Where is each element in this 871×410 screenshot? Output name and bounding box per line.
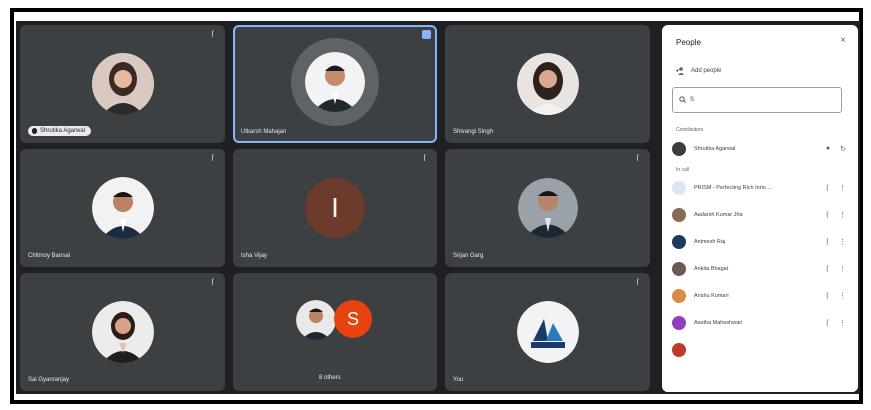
participant-tile[interactable]: ⌈ Srijan Garg xyxy=(445,149,650,267)
participant-tile[interactable]: ⌈ I Isha Vijay xyxy=(233,149,437,267)
participant-name: Sai Gyanranjay xyxy=(28,377,70,383)
participant-name: Utkarsh Mahajan xyxy=(241,129,287,135)
row-actions: ⌈ ⋮ xyxy=(826,265,852,273)
mic-icon[interactable]: ● xyxy=(826,145,830,153)
mic-off-icon: ⌈ xyxy=(423,155,427,162)
participant-name: Aastha Maheshwari xyxy=(694,320,743,326)
participant-row[interactable]: Aastha Maheshwari ⌈ ⋮ xyxy=(672,312,852,334)
panel-fade xyxy=(662,378,858,392)
section-contributors: Contributors xyxy=(676,127,704,133)
participant-row[interactable]: Shrutika Agarwal ● ↻ xyxy=(672,138,852,160)
avatar xyxy=(516,53,579,115)
mic-off-icon[interactable]: ⌈ xyxy=(826,238,829,246)
avatar xyxy=(672,343,686,357)
more-icon[interactable]: ⋮ xyxy=(839,265,846,273)
participant-name: Shrutika Agarwal xyxy=(694,146,736,152)
participant-row[interactable]: Aadarsh Kumar Jha ⌈ ⋮ xyxy=(672,204,852,226)
mic-off-icon: ⌈ xyxy=(211,279,215,286)
mic-off-icon: ⌈ xyxy=(211,155,215,162)
participant-row[interactable] xyxy=(672,339,852,361)
search-people-input[interactable]: S xyxy=(672,87,842,113)
avatar xyxy=(672,208,686,222)
row-actions: ⌈ ⋮ xyxy=(826,211,852,219)
participant-tile[interactable]: Shivangi Singh xyxy=(445,25,650,143)
people-panel: People × Add people S Contributors Shrut… xyxy=(662,25,858,392)
participant-tile-others[interactable]: S 8 others xyxy=(233,273,437,391)
avatar xyxy=(672,142,686,156)
participant-name: PRISM - Perfecting Rich Innovative Solut… xyxy=(694,185,774,191)
participant-name: Isha Vijay xyxy=(241,253,267,259)
participant-name: Aadarsh Kumar Jha xyxy=(694,212,743,218)
search-value: S xyxy=(690,97,695,103)
participant-row[interactable]: Anshu Kumari ⌈ ⋮ xyxy=(672,285,852,307)
participant-name: Srijan Garg xyxy=(453,253,484,259)
avatar xyxy=(91,53,154,115)
more-icon[interactable]: ⋮ xyxy=(839,211,846,219)
participant-name: Shivangi Singh xyxy=(453,129,494,135)
mic-off-icon[interactable]: ⌈ xyxy=(826,211,829,219)
participant-tile[interactable]: ⌈ Sai Gyanranjay xyxy=(20,273,225,391)
avatar xyxy=(672,316,686,330)
close-icon[interactable]: × xyxy=(840,35,846,46)
participant-name-badge: Shrutika Agarwal xyxy=(28,126,92,136)
more-icon[interactable]: ↻ xyxy=(840,145,846,153)
mic-off-icon[interactable]: ⌈ xyxy=(826,319,829,327)
avatar-initial: I xyxy=(305,178,365,238)
participant-name: 8 others xyxy=(319,375,341,381)
more-icon[interactable]: ⋮ xyxy=(839,292,846,300)
mic-off-icon[interactable]: ⌈ xyxy=(826,292,829,300)
mic-off-icon: ⌈ xyxy=(211,31,215,38)
avatar xyxy=(305,51,365,112)
mic-icon xyxy=(32,128,37,134)
participant-name: Anshu Kumari xyxy=(694,293,729,299)
participant-tile[interactable]: ⌈ Chitmoy Bansal xyxy=(20,149,225,267)
participant-name: Shrutika Agarwal xyxy=(40,128,86,134)
mic-off-icon[interactable]: ⌈ xyxy=(826,265,829,273)
participant-name: Chitmoy Bansal xyxy=(28,253,71,259)
participant-tile-pinned[interactable]: Utkarsh Mahajan xyxy=(233,25,437,143)
video-grid: ⌈ Shrutika Agarwal Utkarsh Mahajan Shiva… xyxy=(20,25,657,391)
add-person-icon xyxy=(676,67,685,75)
avatar xyxy=(516,301,579,363)
participant-row[interactable]: Animesh Raj ⌈ ⋮ xyxy=(672,231,852,253)
avatar xyxy=(91,177,154,239)
panel-title: People xyxy=(676,38,701,47)
participant-tile-self[interactable]: ⌈ You xyxy=(445,273,650,391)
avatar xyxy=(517,178,578,238)
participant-name: Animesh Raj xyxy=(694,239,726,245)
add-people-label: Add people xyxy=(691,68,722,74)
row-actions: ⌈ ⋮ xyxy=(826,292,852,300)
mic-off-icon: ⌈ xyxy=(636,279,640,286)
pin-icon[interactable] xyxy=(422,30,431,39)
avatar xyxy=(91,301,154,363)
row-actions: ● ↻ xyxy=(826,145,852,153)
participant-name: Ankita Bhagat xyxy=(694,266,729,272)
mic-off-icon[interactable]: ⌈ xyxy=(826,184,829,192)
avatar xyxy=(296,300,336,340)
section-in-call: In call xyxy=(676,167,690,173)
participant-row[interactable]: PRISM - Perfecting Rich Innovative Solut… xyxy=(672,177,852,199)
meeting-stage: ⌈ Shrutika Agarwal Utkarsh Mahajan Shiva… xyxy=(16,21,860,394)
participant-name: You xyxy=(453,377,464,383)
more-icon[interactable]: ⋮ xyxy=(839,184,846,192)
row-actions: ⌈ ⋮ xyxy=(826,319,852,327)
add-people-button[interactable]: Add people xyxy=(676,67,721,75)
search-icon xyxy=(679,95,686,105)
avatar xyxy=(672,262,686,276)
mic-off-icon: ⌈ xyxy=(636,155,640,162)
avatar xyxy=(672,289,686,303)
row-actions: ⌈ ⋮ xyxy=(826,238,852,246)
avatar-initial: S xyxy=(334,300,372,338)
participant-tile[interactable]: ⌈ Shrutika Agarwal xyxy=(20,25,225,143)
avatar xyxy=(672,181,686,195)
more-icon[interactable]: ⋮ xyxy=(839,319,846,327)
avatar xyxy=(672,235,686,249)
row-actions: ⌈ ⋮ xyxy=(826,184,852,192)
participant-row[interactable]: Ankita Bhagat ⌈ ⋮ xyxy=(672,258,852,280)
more-icon[interactable]: ⋮ xyxy=(839,238,846,246)
